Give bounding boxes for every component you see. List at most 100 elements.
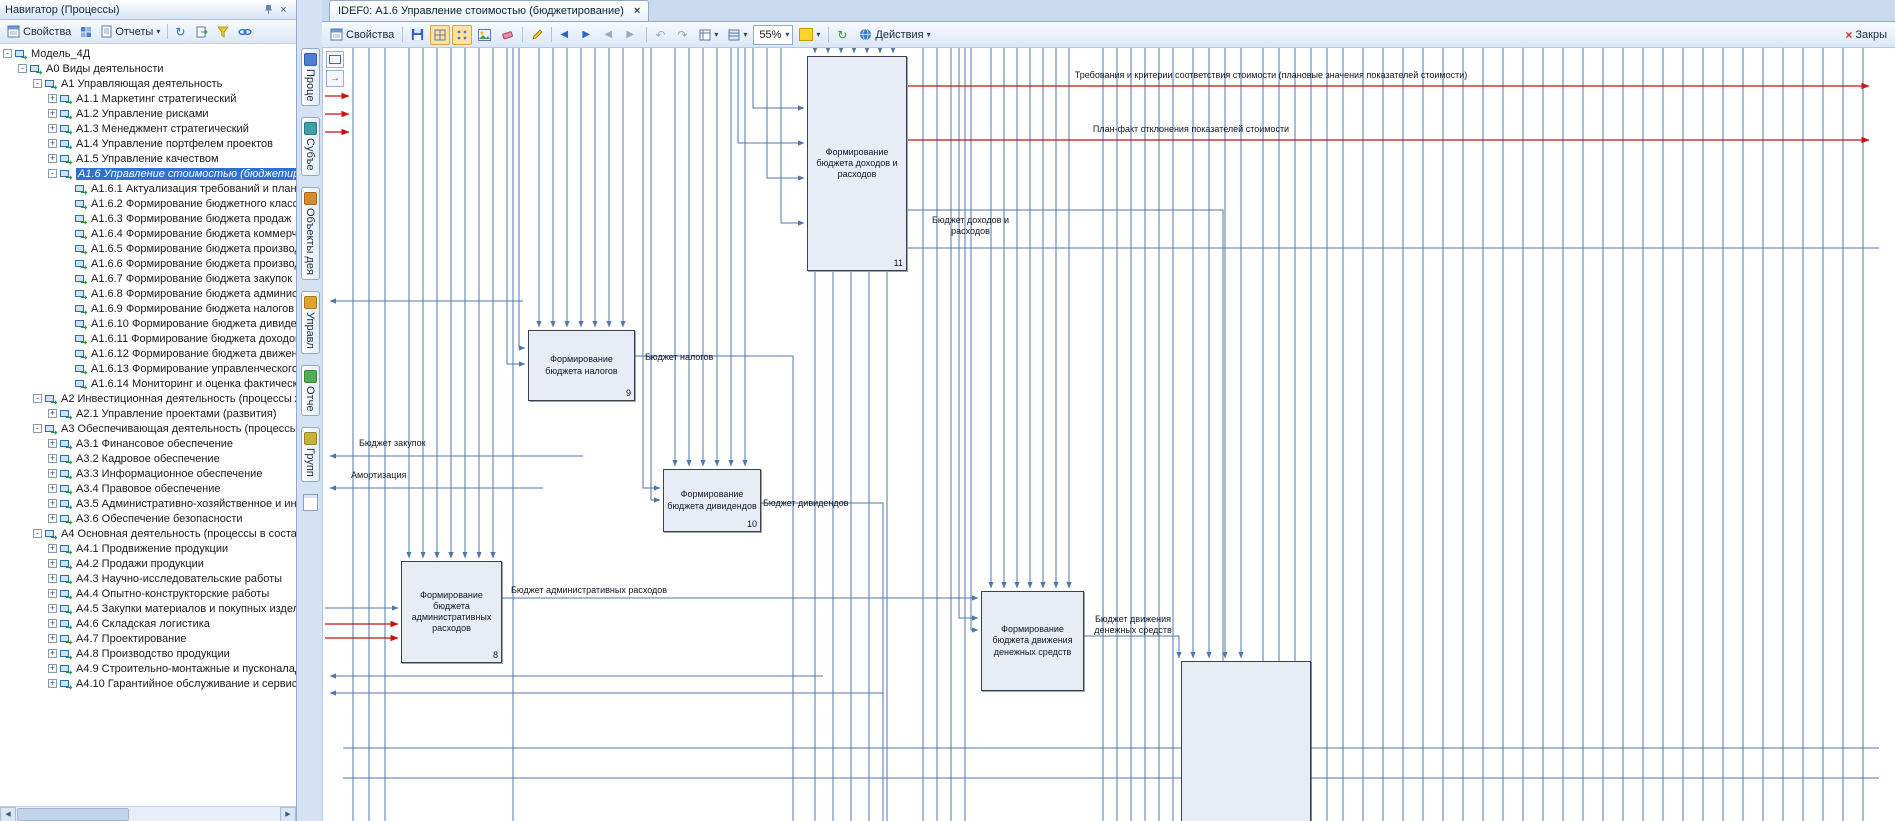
- table-menu-button[interactable]: ▾: [724, 25, 751, 45]
- tree-item[interactable]: + А1.2 Управление рисками: [0, 106, 296, 121]
- tree-item[interactable]: + А4.8 Производство продукции: [0, 646, 296, 661]
- tree-item[interactable]: + А3.1 Финансовое обеспечение: [0, 436, 296, 451]
- close-diagram-button[interactable]: × Закры: [1841, 25, 1891, 45]
- tree-item[interactable]: - А4 Основная деятельность (процессы в с…: [0, 526, 296, 541]
- diagram-canvas[interactable]: Формирование бюджета доходов и расходов …: [322, 48, 1895, 821]
- select-tool-button[interactable]: [326, 51, 344, 68]
- expander-icon[interactable]: +: [48, 499, 57, 508]
- expander-icon[interactable]: +: [48, 139, 57, 148]
- expander-icon[interactable]: +: [48, 619, 57, 628]
- properties-button[interactable]: Свойства: [3, 22, 75, 42]
- reports-button[interactable]: Отчеты ▾: [97, 22, 164, 42]
- expander-icon[interactable]: -: [33, 394, 42, 403]
- grid-view-button[interactable]: [76, 22, 96, 42]
- tree-item[interactable]: - А2 Инвестиционная деятельность (процес…: [0, 391, 296, 406]
- tree-item[interactable]: + А4.5 Закупки материалов и покупных изд…: [0, 601, 296, 616]
- function-box-revenue-budget[interactable]: Формирование бюджета доходов и расходов …: [807, 56, 907, 271]
- expander-icon[interactable]: +: [48, 559, 57, 568]
- expander-icon[interactable]: -: [48, 169, 57, 178]
- tree-item[interactable]: + А4.7 Проектирование: [0, 631, 296, 646]
- prev-diagram-button[interactable]: ◀: [600, 25, 620, 45]
- expander-icon[interactable]: +: [48, 469, 57, 478]
- function-box-admin-budget[interactable]: Формирование бюджета административных ра…: [401, 561, 502, 663]
- tree-item[interactable]: + А4.6 Складская логистика: [0, 616, 296, 631]
- tree-item[interactable]: + А4.3 Научно-исследовательские работы: [0, 571, 296, 586]
- expander-icon[interactable]: +: [48, 409, 57, 418]
- snap-toggle-button[interactable]: [452, 25, 472, 45]
- scroll-right-icon[interactable]: ▶: [280, 807, 296, 821]
- expander-icon[interactable]: +: [48, 634, 57, 643]
- scroll-left-icon[interactable]: ◀: [0, 807, 16, 821]
- expander-icon[interactable]: +: [48, 604, 57, 613]
- expander-icon[interactable]: +: [48, 574, 57, 583]
- grid-toggle-button[interactable]: [430, 25, 450, 45]
- dock-tab[interactable]: Отче: [301, 365, 320, 416]
- tree-item[interactable]: + А2.1 Управление проектами (развития): [0, 406, 296, 421]
- tree-item[interactable]: А1.6.5 Формирование бюджета производств: [0, 241, 296, 256]
- expander-icon[interactable]: +: [48, 514, 57, 523]
- save-button[interactable]: [407, 25, 428, 45]
- actions-menu-button[interactable]: Действия ▾: [855, 25, 934, 45]
- dock-tab[interactable]: Субъе: [301, 117, 320, 176]
- expander-icon[interactable]: +: [48, 589, 57, 598]
- highlight-menu-button[interactable]: ▾: [795, 25, 824, 45]
- tree-item[interactable]: + А3.5 Административно-хозяйственное и и…: [0, 496, 296, 511]
- tree-item[interactable]: + А4.9 Строительно-монтажные и пусконала…: [0, 661, 296, 676]
- tree-item[interactable]: А1.6.1 Актуализация требований и плановы…: [0, 181, 296, 196]
- tree-item[interactable]: А1.6.6 Формирование бюджета производств: [0, 256, 296, 271]
- properties-button[interactable]: Свойства: [326, 25, 398, 45]
- tree-item[interactable]: А1.6.10 Формирование бюджета дивидендов: [0, 316, 296, 331]
- function-box-cashflow-budget[interactable]: Формирование бюджета движения денежных с…: [981, 591, 1084, 691]
- expander-icon[interactable]: +: [48, 679, 57, 688]
- filter-button[interactable]: [213, 22, 233, 42]
- tab-close-icon[interactable]: ×: [634, 5, 640, 17]
- eraser-button[interactable]: [497, 25, 518, 45]
- layout-menu-button[interactable]: ▾: [695, 25, 722, 45]
- tree-item[interactable]: А1.6.11 Формирование бюджета доходов и р: [0, 331, 296, 346]
- image-button[interactable]: [474, 25, 495, 45]
- dock-tab[interactable]: Управл: [301, 291, 320, 354]
- link-button[interactable]: [234, 22, 256, 42]
- document-tab[interactable]: IDEF0: А1.6 Управление стоимостью (бюдже…: [329, 0, 649, 21]
- function-box-partial[interactable]: [1181, 661, 1311, 821]
- next-diagram-button[interactable]: ▶: [622, 25, 642, 45]
- expander-icon[interactable]: -: [33, 529, 42, 538]
- dock-tab[interactable]: Групп: [301, 427, 320, 482]
- document-icon[interactable]: [303, 494, 318, 511]
- tree-item[interactable]: - Модель_4Д: [0, 46, 296, 61]
- tree-item[interactable]: + А3.6 Обеспечение безопасности: [0, 511, 296, 526]
- expander-icon[interactable]: +: [48, 439, 57, 448]
- dock-tab[interactable]: Проце: [301, 48, 320, 106]
- tree-item[interactable]: А1.6.12 Формирование бюджета движения д: [0, 346, 296, 361]
- tree-item[interactable]: А1.6.7 Формирование бюджета закупок: [0, 271, 296, 286]
- expander-icon[interactable]: +: [48, 154, 57, 163]
- navigator-hscrollbar[interactable]: ◀ ▶: [0, 806, 296, 821]
- tree-item[interactable]: + А3.4 Правовое обеспечение: [0, 481, 296, 496]
- expander-icon[interactable]: -: [3, 49, 12, 58]
- pin-icon[interactable]: [261, 3, 276, 17]
- tree-item[interactable]: + А4.10 Гарантийное обслуживание и серви…: [0, 676, 296, 691]
- expander-icon[interactable]: +: [48, 124, 57, 133]
- tree-item[interactable]: + А4.2 Продажи продукции: [0, 556, 296, 571]
- tree-item[interactable]: А1.6.4 Формирование бюджета коммерчески: [0, 226, 296, 241]
- tree-item[interactable]: - А1 Управляющая деятельность: [0, 76, 296, 91]
- tree-item[interactable]: + А3.2 Кадровое обеспечение: [0, 451, 296, 466]
- export-button[interactable]: [192, 22, 212, 42]
- refresh-button[interactable]: ↻: [833, 25, 853, 45]
- expander-icon[interactable]: -: [18, 64, 27, 73]
- function-box-tax-budget[interactable]: Формирование бюджета налогов 9: [528, 330, 635, 401]
- function-box-dividend-budget[interactable]: Формирование бюджета дивидендов 10: [663, 469, 761, 532]
- tree-item[interactable]: А1.6.8 Формирование бюджета администрат: [0, 286, 296, 301]
- refresh-button[interactable]: ↻: [171, 22, 191, 42]
- dock-tab[interactable]: Объекты дея: [301, 187, 320, 280]
- tree-item[interactable]: + А1.3 Менеджмент стратегический: [0, 121, 296, 136]
- tree-item[interactable]: + А1.5 Управление качеством: [0, 151, 296, 166]
- expander-icon[interactable]: +: [48, 94, 57, 103]
- expander-icon[interactable]: +: [48, 454, 57, 463]
- tree-item[interactable]: А1.6.14 Мониторинг и оценка фактических …: [0, 376, 296, 391]
- redo-button[interactable]: ↷: [673, 25, 693, 45]
- undo-button[interactable]: ↶: [651, 25, 671, 45]
- pencil-button[interactable]: [527, 25, 547, 45]
- expander-icon[interactable]: +: [48, 484, 57, 493]
- tree-item[interactable]: А1.6.9 Формирование бюджета налогов: [0, 301, 296, 316]
